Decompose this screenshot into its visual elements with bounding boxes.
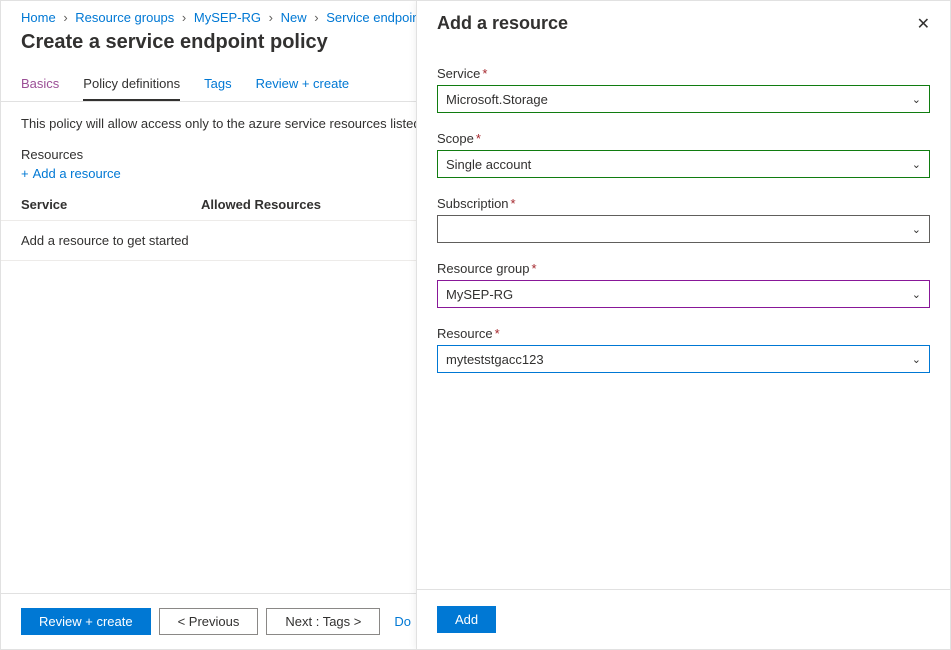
panel-title: Add a resource — [437, 13, 568, 34]
chevron-right-icon: › — [269, 10, 273, 25]
tab-tags[interactable]: Tags — [204, 66, 231, 101]
add-resource-link-label: Add a resource — [33, 166, 121, 181]
breadcrumb-service-endpoint[interactable]: Service endpoint — [326, 10, 423, 25]
download-template-link[interactable]: Do — [394, 614, 411, 629]
chevron-down-icon: ⌄ — [912, 353, 921, 366]
resource-group-select[interactable]: MySEP-RG ⌄ — [437, 280, 930, 308]
previous-button[interactable]: < Previous — [159, 608, 259, 635]
breadcrumb-resource-groups[interactable]: Resource groups — [75, 10, 174, 25]
chevron-right-icon: › — [63, 10, 67, 25]
resource-select[interactable]: myteststgacc123 ⌄ — [437, 345, 930, 373]
scope-select-value: Single account — [446, 157, 531, 172]
col-header-service: Service — [21, 197, 201, 212]
subscription-select[interactable]: ⌄ — [437, 215, 930, 243]
resource-label: Resource* — [437, 326, 930, 341]
chevron-right-icon: › — [182, 10, 186, 25]
chevron-down-icon: ⌄ — [912, 93, 921, 106]
tab-basics[interactable]: Basics — [21, 66, 59, 101]
resource-select-value: myteststgacc123 — [446, 352, 544, 367]
subscription-label: Subscription* — [437, 196, 930, 211]
add-button[interactable]: Add — [437, 606, 496, 633]
scope-select[interactable]: Single account ⌄ — [437, 150, 930, 178]
breadcrumb-home[interactable]: Home — [21, 10, 56, 25]
next-tags-button[interactable]: Next : Tags > — [266, 608, 380, 635]
tab-policy-definitions[interactable]: Policy definitions — [83, 66, 180, 101]
chevron-right-icon: › — [314, 10, 318, 25]
resource-group-label: Resource group* — [437, 261, 930, 276]
service-select-value: Microsoft.Storage — [446, 92, 548, 107]
chevron-down-icon: ⌄ — [912, 158, 921, 171]
close-icon[interactable]: ✕ — [917, 14, 930, 34]
chevron-down-icon: ⌄ — [912, 288, 921, 301]
breadcrumb-mysep-rg[interactable]: MySEP-RG — [194, 10, 261, 25]
review-create-button[interactable]: Review + create — [21, 608, 151, 635]
chevron-down-icon: ⌄ — [912, 223, 921, 236]
add-resource-panel: Add a resource ✕ Service* Microsoft.Stor… — [416, 1, 950, 649]
plus-icon: + — [21, 166, 29, 181]
service-label: Service* — [437, 66, 930, 81]
resource-group-select-value: MySEP-RG — [446, 287, 513, 302]
service-select[interactable]: Microsoft.Storage ⌄ — [437, 85, 930, 113]
breadcrumb-new[interactable]: New — [281, 10, 307, 25]
scope-label: Scope* — [437, 131, 930, 146]
tab-review-create[interactable]: Review + create — [256, 66, 350, 101]
